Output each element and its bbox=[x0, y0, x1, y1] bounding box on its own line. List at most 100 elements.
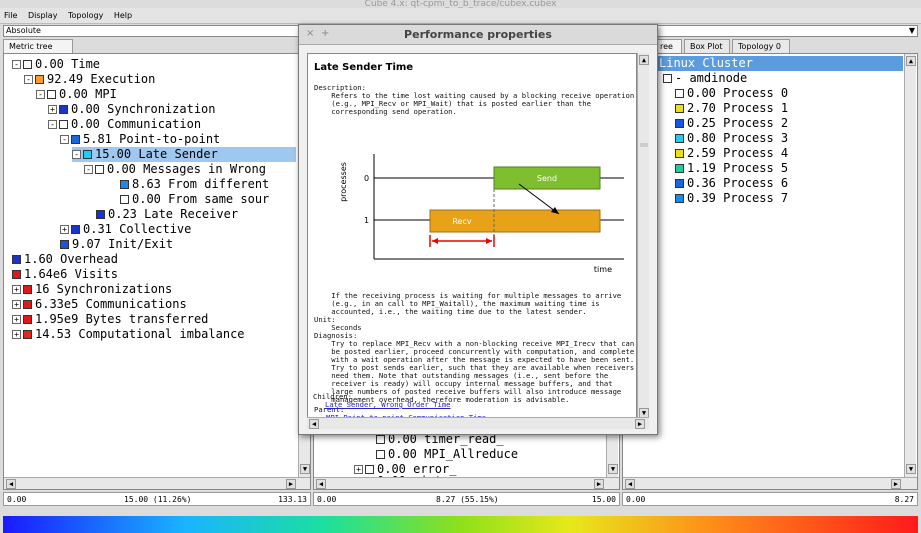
system-tree-vscroll[interactable]: ▲ ▼ bbox=[904, 54, 916, 477]
expand-icon[interactable]: + bbox=[354, 465, 363, 474]
scroll-left-icon[interactable]: ◀ bbox=[6, 479, 16, 489]
metric-tree-label: 1.60 Overhead bbox=[24, 252, 118, 266]
system-tree-hscroll[interactable]: ◀ ▶ bbox=[623, 477, 917, 489]
menu-help[interactable]: Help bbox=[110, 8, 136, 20]
tab-system-tree[interactable]: ree bbox=[654, 39, 682, 53]
system-tree-item[interactable]: 0.39 Process 7 bbox=[675, 191, 788, 206]
scroll-down-icon[interactable]: ▼ bbox=[300, 464, 310, 474]
metric-tree-item[interactable]: 9.07 Init/Exit bbox=[60, 237, 173, 252]
metric-tree-item[interactable]: +0.00 Synchronization bbox=[48, 102, 216, 117]
dialog-scroll-thumb[interactable] bbox=[640, 143, 648, 147]
chevron-down-icon[interactable]: ▼ bbox=[909, 26, 915, 36]
expand-icon[interactable]: + bbox=[12, 285, 21, 294]
metric-tree-hscroll[interactable]: ◀ ▶ bbox=[4, 477, 310, 489]
color-swatch bbox=[376, 450, 385, 459]
system-tree-item[interactable]: 0.00 Process 0 bbox=[675, 86, 788, 101]
expand-icon[interactable]: + bbox=[12, 330, 21, 339]
scroll-right-icon[interactable]: ▶ bbox=[594, 479, 604, 489]
system-tree-pane: Linux Cluster - amdinode 0.00 Process 0 2.… bbox=[622, 53, 918, 490]
scroll-left-icon[interactable]: ◀ bbox=[625, 479, 635, 489]
metric-tree-item[interactable]: 8.63 From different bbox=[120, 177, 269, 192]
collapse-icon[interactable]: - bbox=[48, 120, 57, 129]
expand-icon[interactable]: + bbox=[12, 300, 21, 309]
scroll-up-icon[interactable]: ▲ bbox=[639, 55, 649, 65]
collapse-icon[interactable]: - bbox=[84, 165, 93, 174]
metric-tree-item[interactable]: +16 Synchronizations bbox=[12, 282, 172, 297]
scroll-down-icon[interactable]: ▼ bbox=[906, 464, 916, 474]
collapse-icon[interactable]: - bbox=[24, 75, 33, 84]
color-swatch bbox=[35, 75, 44, 84]
system-tree-item[interactable]: 1.19 Process 5 bbox=[675, 161, 788, 176]
tab-topology-0[interactable]: Topology 0 bbox=[732, 39, 790, 53]
metric-tree-item[interactable]: +1.95e9 Bytes transferred bbox=[12, 312, 208, 327]
tab-box-plot[interactable]: Box Plot bbox=[684, 39, 730, 53]
color-swatch bbox=[23, 330, 32, 339]
menu-topology[interactable]: Topology bbox=[64, 8, 107, 20]
color-swatch bbox=[376, 435, 385, 444]
metric-tree-label: 16 Synchronizations bbox=[35, 282, 173, 296]
collapse-icon[interactable]: - bbox=[12, 60, 21, 69]
metric-tree-item[interactable]: 0.23 Late Receiver bbox=[96, 207, 238, 222]
expand-icon[interactable]: + bbox=[48, 105, 57, 114]
system-tree-item[interactable]: 0.80 Process 3 bbox=[675, 131, 788, 146]
left-status-min: 0.00 bbox=[7, 495, 27, 504]
scroll-down-icon[interactable]: ▼ bbox=[608, 464, 618, 474]
call-tree-hscroll[interactable]: ◀ ▶ bbox=[314, 477, 619, 489]
list-item[interactable]: 0.00 MPI_Allreduce bbox=[376, 447, 518, 462]
color-swatch bbox=[23, 285, 32, 294]
menu-file[interactable]: File bbox=[0, 8, 21, 20]
scroll-right-icon[interactable]: ▶ bbox=[891, 479, 901, 489]
close-icon[interactable]: × bbox=[306, 28, 314, 39]
metric-tree-item[interactable]: +14.53 Computational imbalance bbox=[12, 327, 245, 342]
system-tree-item[interactable]: 0.36 Process 6 bbox=[675, 176, 788, 191]
middle-status-max: 15.00 bbox=[591, 495, 616, 504]
metric-tree-label: 92.49 Execution bbox=[47, 72, 156, 86]
menu-display[interactable]: Display bbox=[24, 8, 62, 20]
collapse-icon[interactable]: - bbox=[72, 150, 81, 159]
system-tree-label: 0.25 Process 2 bbox=[687, 116, 789, 130]
system-tree-item[interactable]: - amdinode bbox=[663, 71, 747, 86]
metric-tree-item[interactable]: +0.31 Collective bbox=[60, 222, 191, 237]
expand-icon[interactable]: + bbox=[12, 315, 21, 324]
right-status-min: 0.00 bbox=[626, 495, 646, 504]
scroll-up-icon[interactable]: ▲ bbox=[906, 56, 916, 66]
system-tree-label: 2.70 Process 1 bbox=[687, 101, 789, 115]
dialog-hscroll[interactable]: ◀ ▶ bbox=[307, 417, 649, 429]
color-swatch bbox=[675, 179, 684, 188]
metric-tree-item[interactable]: - 5.81 Point-to-point bbox=[60, 132, 220, 147]
waiting-arrow-left bbox=[432, 238, 438, 244]
left-status-bar: 0.00 15.00 (11.26%) 133.13 bbox=[3, 492, 311, 506]
metric-tree-label: 8.63 From different bbox=[132, 177, 270, 191]
metric-tree-item[interactable]: 0.00 From same sour bbox=[120, 192, 269, 207]
tab-metric-tree[interactable]: Metric tree bbox=[3, 39, 73, 53]
metric-tree-label: 0.00 Time bbox=[35, 57, 101, 71]
metric-tree-item[interactable]: - 15.00 Late Sender bbox=[72, 147, 296, 162]
color-swatch bbox=[12, 270, 21, 279]
dialog-vscroll[interactable]: ▲ ▼ bbox=[637, 53, 649, 423]
system-tree-item[interactable]: 2.70 Process 1 bbox=[675, 101, 788, 116]
scroll-left-icon[interactable]: ◀ bbox=[316, 479, 326, 489]
after-figure-text: If the receiving process is waiting for … bbox=[331, 291, 622, 316]
metric-tree-item[interactable]: 1.60 Overhead bbox=[12, 252, 118, 267]
children-link[interactable]: Late Sender, Wrong Order Time bbox=[325, 401, 451, 409]
metric-tree-item[interactable]: - 0.00 Communication bbox=[48, 117, 201, 132]
metric-tree-item[interactable]: - 0.00 Time bbox=[12, 57, 100, 72]
metric-tree-item[interactable]: - 0.00 MPI bbox=[36, 87, 117, 102]
collapse-icon[interactable]: - bbox=[60, 135, 69, 144]
metric-tree-item[interactable]: +6.33e5 Communications bbox=[12, 297, 187, 312]
tree-item-linux-cluster[interactable]: Linux Cluster bbox=[657, 56, 903, 71]
system-tree-label: 2.59 Process 4 bbox=[687, 146, 789, 160]
system-tree-item[interactable]: 2.59 Process 4 bbox=[675, 146, 788, 161]
metric-tree-item[interactable]: - 0.00 Messages in Wrong bbox=[84, 162, 266, 177]
waiting-arrow-right bbox=[486, 238, 492, 244]
expand-icon[interactable]: + bbox=[60, 225, 69, 234]
scroll-right-icon[interactable]: ▶ bbox=[286, 479, 296, 489]
scroll-left-icon[interactable]: ◀ bbox=[309, 419, 319, 429]
metric-tree-item[interactable]: - 92.49 Execution bbox=[24, 72, 155, 87]
metric-tree-item[interactable]: 1.64e6 Visits bbox=[12, 267, 118, 282]
system-tree-item[interactable]: 0.25 Process 2 bbox=[675, 116, 788, 131]
scroll-right-icon[interactable]: ▶ bbox=[635, 419, 645, 429]
performance-properties-dialog: Performance properties × + Late Sender T… bbox=[298, 24, 658, 435]
collapse-icon[interactable]: - bbox=[36, 90, 45, 99]
pin-icon[interactable]: + bbox=[321, 28, 329, 39]
